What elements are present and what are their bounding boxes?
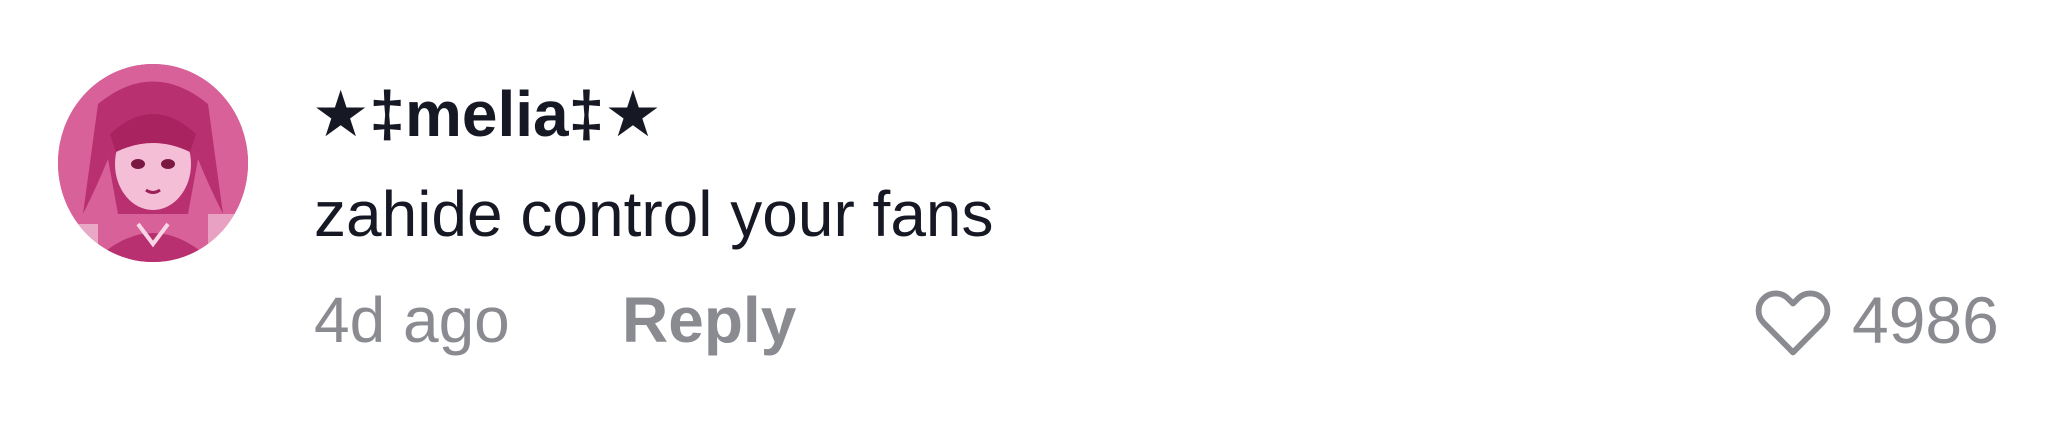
like-count: 4986 xyxy=(1852,283,1999,357)
comment-timestamp: 4d ago xyxy=(314,284,510,356)
comment-text: zahide control your fans xyxy=(314,178,994,250)
reply-button[interactable]: Reply xyxy=(622,272,796,368)
comment-username[interactable]: ★‡melia‡★ xyxy=(312,66,662,162)
like-button[interactable]: 4986 xyxy=(1752,272,1999,368)
avatar-illustration xyxy=(58,64,248,262)
avatar[interactable] xyxy=(58,64,248,262)
comment-item: ★‡melia‡★ zahide control your fans 4d ag… xyxy=(0,0,2068,432)
heart-outline-icon[interactable] xyxy=(1752,281,1834,359)
